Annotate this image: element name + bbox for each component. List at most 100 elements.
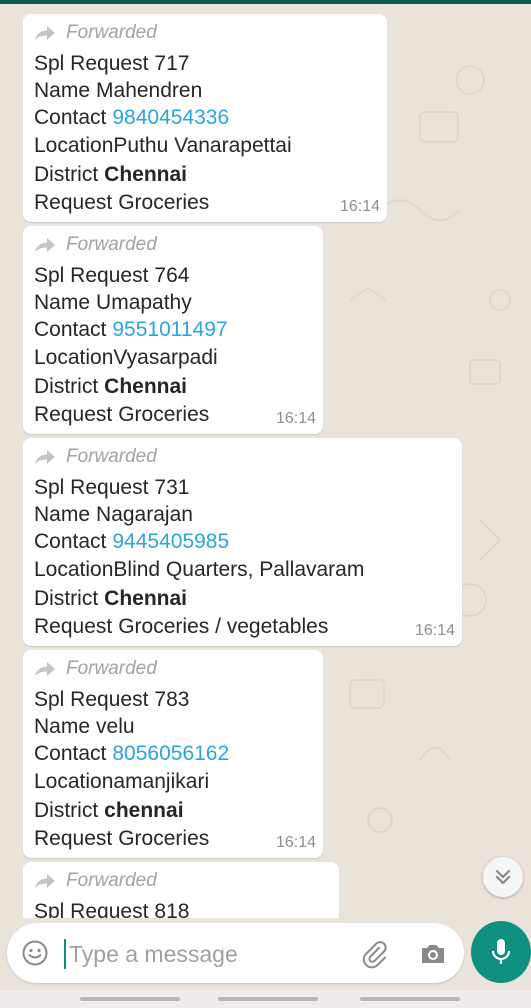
- message-bubble[interactable]: Forwarded Spl Request 818: [23, 862, 339, 918]
- message-bubble[interactable]: Forwarded Spl Request 731 Name Nagarajan C…: [23, 438, 462, 646]
- forwarded-label: Forwarded: [34, 22, 157, 44]
- field-value: Chennai: [104, 587, 188, 610]
- field-key: Request: [34, 191, 113, 214]
- field-value: 783: [154, 688, 190, 711]
- forwarded-label: Forwarded: [34, 870, 157, 892]
- forward-arrow-icon: [35, 874, 55, 889]
- scroll-to-bottom-button[interactable]: [483, 857, 523, 897]
- field-key: Location: [34, 134, 114, 157]
- field-value: Chennai: [104, 375, 188, 398]
- field-value: amanjikari: [113, 770, 210, 793]
- field-key: Name: [34, 291, 91, 314]
- field-key: Request: [34, 403, 113, 426]
- district-line: District Chennai: [34, 585, 187, 612]
- field-key: Spl Request: [34, 52, 149, 75]
- field-value: Groceries: [118, 191, 210, 214]
- field-key: Contact: [34, 318, 107, 341]
- message-time: 16:14: [414, 622, 455, 639]
- district-line: District chennai: [34, 797, 184, 824]
- request-line: Request Groceries: [34, 189, 209, 216]
- message-bubble[interactable]: Forwarded Spl Request 764 Name Umapathy Co…: [23, 226, 323, 434]
- field-key: Spl Request: [34, 476, 149, 499]
- field-value: Groceries: [118, 403, 210, 426]
- forward-arrow-icon: [35, 662, 55, 677]
- camera-icon[interactable]: [418, 939, 448, 969]
- field-key: District: [34, 375, 99, 398]
- nav-home-gesture[interactable]: [218, 997, 318, 1001]
- request-line: Request Groceries: [34, 401, 209, 428]
- field-value: Vyasarpadi: [113, 346, 218, 369]
- field-value: chennai: [104, 799, 184, 822]
- location-line: Locationamanjikari: [34, 768, 209, 795]
- location-line: LocationPuthu Vanarapettai: [34, 132, 292, 159]
- field-key: Contact: [34, 530, 107, 553]
- forwarded-label: Forwarded: [34, 658, 157, 680]
- nav-back-gesture[interactable]: [80, 997, 180, 1001]
- message-time: 16:14: [275, 410, 316, 427]
- message-time: 16:14: [275, 834, 316, 851]
- field-value: velu: [96, 715, 135, 738]
- message-list[interactable]: Forwarded Spl Request 717 Name Mahendren C…: [0, 4, 531, 918]
- field-value: Blind Quarters, Pallavaram: [113, 558, 365, 581]
- field-key: Spl Request: [34, 264, 149, 287]
- field-value: Mahendren: [96, 79, 203, 102]
- field-key: Location: [34, 770, 114, 793]
- field-key: Spl Request: [34, 900, 149, 918]
- contact-line: Contact 8056056162: [34, 740, 229, 767]
- contact-line: Contact 9551011497: [34, 316, 228, 343]
- field-value: Groceries / vegetables: [118, 615, 329, 638]
- forward-arrow-icon: [35, 26, 55, 41]
- message-time: 16:14: [339, 198, 380, 215]
- field-value: Umapathy: [96, 291, 192, 314]
- name-line: Name Umapathy: [34, 289, 192, 316]
- field-key: Location: [34, 558, 114, 581]
- spl-request-line: Spl Request 818: [34, 898, 189, 918]
- field-value: Groceries: [118, 827, 210, 850]
- emoji-icon[interactable]: [21, 939, 49, 967]
- district-line: District Chennai: [34, 373, 187, 400]
- request-line: Request Groceries / vegetables: [34, 613, 328, 640]
- district-line: District Chennai: [34, 161, 187, 188]
- spl-request-line: Spl Request 764: [34, 262, 189, 289]
- field-key: Contact: [34, 106, 107, 129]
- forward-arrow-icon: [35, 450, 55, 465]
- spl-request-line: Spl Request 717: [34, 50, 189, 77]
- field-key: Spl Request: [34, 688, 149, 711]
- text-caret: [64, 939, 66, 969]
- field-value: 818: [154, 900, 190, 918]
- microphone-icon: [491, 939, 511, 964]
- field-key: Name: [34, 79, 91, 102]
- field-key: Request: [34, 615, 113, 638]
- name-line: Name Mahendren: [34, 77, 202, 104]
- phone-link[interactable]: 8056056162: [112, 742, 229, 765]
- field-value: 731: [154, 476, 190, 499]
- name-line: Name velu: [34, 713, 135, 740]
- phone-link[interactable]: 9445405985: [112, 530, 229, 553]
- voice-record-button[interactable]: [471, 921, 531, 983]
- message-input[interactable]: [69, 937, 339, 971]
- field-key: Request: [34, 827, 113, 850]
- location-line: LocationBlind Quarters, Pallavaram: [34, 556, 364, 583]
- field-value: 717: [154, 52, 190, 75]
- field-key: Location: [34, 346, 114, 369]
- phone-link[interactable]: 9840454336: [112, 106, 229, 129]
- message-bubble[interactable]: Forwarded Spl Request 783 Name velu Contac…: [23, 650, 323, 858]
- contact-line: Contact 9840454336: [34, 104, 229, 131]
- field-value: 764: [154, 264, 190, 287]
- spl-request-line: Spl Request 783: [34, 686, 189, 713]
- field-value: Chennai: [104, 163, 188, 186]
- field-value: Puthu Vanarapettai: [113, 134, 292, 157]
- nav-recents-gesture[interactable]: [360, 997, 460, 1001]
- spl-request-line: Spl Request 731: [34, 474, 189, 501]
- field-key: Name: [34, 715, 91, 738]
- field-key: Name: [34, 503, 91, 526]
- request-line: Request Groceries: [34, 825, 209, 852]
- forwarded-label: Forwarded: [34, 234, 157, 256]
- double-chevron-down-icon: [495, 869, 511, 885]
- paperclip-icon[interactable]: [359, 939, 389, 969]
- field-value: Nagarajan: [96, 503, 193, 526]
- forward-arrow-icon: [35, 238, 55, 253]
- contact-line: Contact 9445405985: [34, 528, 229, 555]
- message-bubble[interactable]: Forwarded Spl Request 717 Name Mahendren C…: [23, 14, 387, 222]
- phone-link[interactable]: 9551011497: [112, 318, 227, 341]
